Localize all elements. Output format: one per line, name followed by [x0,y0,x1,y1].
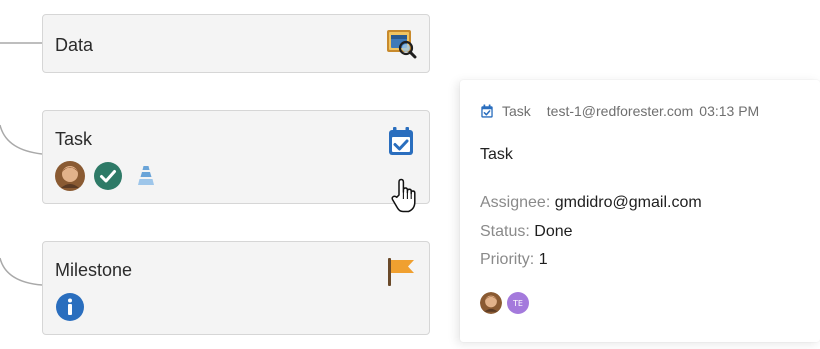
priority-value: 1 [538,251,548,268]
popup-node-type: Task [502,103,531,119]
popup-avatars: TE [480,292,529,314]
flag-icon [388,258,414,286]
priority-pyramid-icon [138,166,154,185]
data-search-icon [387,30,417,59]
status-label: Status: [480,223,530,240]
priority-label: Priority: [480,251,535,268]
connector-milestone [0,257,43,286]
popup-header: Task test-1@redforester.com 03:13 PM [480,103,759,119]
popup-author: test-1@redforester.com [546,103,694,119]
status-done-check-icon [94,162,122,190]
status-value: Done [534,223,573,240]
node-data[interactable]: Data [42,14,430,73]
task-details-popup: Task test-1@redforester.com 03:13 PM Tas… [460,80,820,342]
popup-timestamp: 03:13 PM [699,103,760,119]
initials-avatar[interactable]: TE [507,292,529,314]
popup-title: Task [480,146,513,163]
calendar-check-icon [481,104,493,118]
priority-field: Priority: 1 [480,251,548,269]
connector-task [0,124,43,155]
node-milestone-title: Milestone [55,260,133,280]
info-icon [56,293,84,321]
node-task[interactable]: Task [42,110,430,204]
assignee-field: Assignee: gmdidro@gmail.com [480,194,702,212]
node-milestone[interactable]: Milestone [42,241,430,335]
hand-pointer-icon [391,178,416,213]
task-badges [55,161,161,191]
user-avatar-icon[interactable] [55,161,85,191]
node-task-title: Task [55,129,93,149]
calendar-check-icon [389,127,413,155]
user-avatar-icon[interactable] [480,292,502,314]
status-field: Status: Done [480,223,573,241]
assignee-value: gmdidro@gmail.com [554,194,702,211]
assignee-label: Assignee: [480,194,551,211]
milestone-badges [55,292,85,322]
node-data-title: Data [55,35,94,55]
